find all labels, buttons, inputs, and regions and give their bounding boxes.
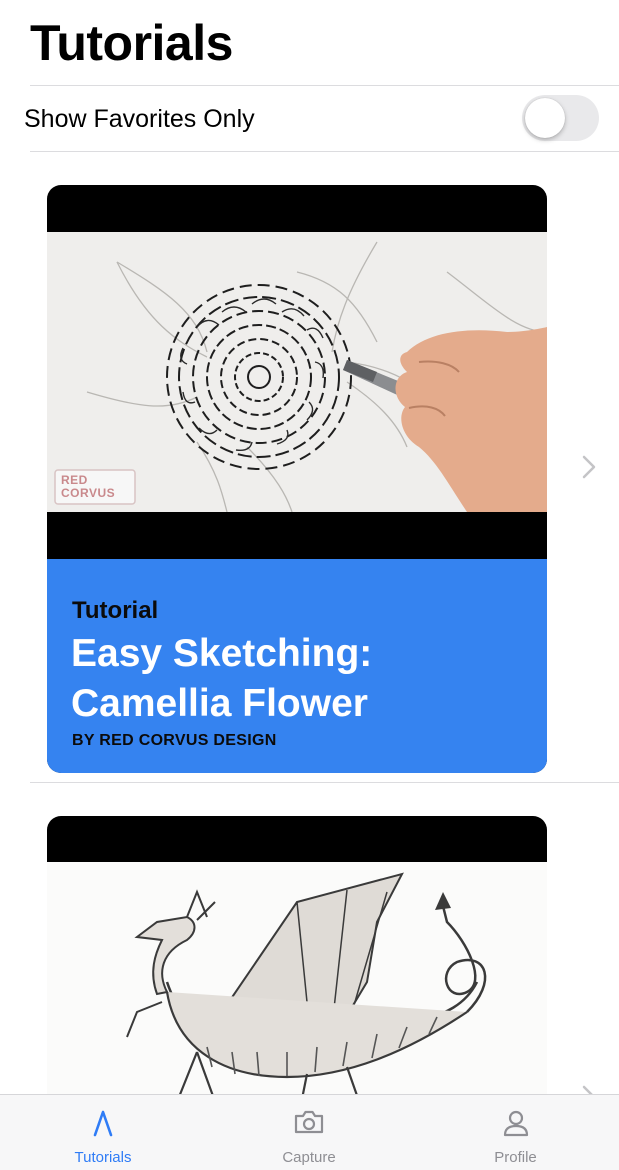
tutorial-card[interactable]: RED CORVUS Tutorial Easy Sketching: Came… — [47, 185, 547, 773]
tab-label: Profile — [494, 1149, 537, 1166]
tab-capture[interactable]: Capture — [206, 1095, 412, 1170]
favorites-label: Show Favorites Only — [24, 105, 255, 133]
tutorial-thumbnail: RED CORVUS — [47, 232, 547, 512]
tab-tutorials[interactable]: Tutorials — [0, 1095, 206, 1170]
flower-sketch-image — [47, 232, 547, 512]
tutorial-card[interactable] — [47, 816, 547, 1136]
row-divider — [30, 782, 619, 783]
favorites-toggle[interactable] — [522, 95, 599, 141]
tutorial-byline: BY RED CORVUS DESIGN — [72, 732, 277, 749]
tab-bar: Tutorials Capture Profile — [0, 1094, 619, 1170]
camera-icon — [294, 1110, 324, 1134]
toggle-knob — [525, 98, 565, 138]
person-icon — [503, 1110, 528, 1137]
tutorials-a-icon — [93, 1110, 113, 1137]
tab-label: Tutorials — [74, 1149, 132, 1166]
tutorial-title: Easy Sketching: Camellia Flower — [71, 632, 373, 725]
watermark-logo: RED CORVUS — [61, 473, 116, 500]
tutorials-screen: Tutorials Show Favorites Only RED CORVUS… — [0, 0, 619, 1170]
favorites-divider — [30, 151, 619, 152]
tab-label: Capture — [282, 1149, 336, 1166]
chevron-right-icon[interactable] — [582, 455, 596, 479]
tutorial-info-panel: Tutorial Easy Sketching: Camellia Flower… — [47, 559, 547, 773]
tab-profile[interactable]: Profile — [412, 1095, 619, 1170]
page-title: Tutorials — [30, 15, 233, 71]
tutorial-kicker: Tutorial — [72, 597, 159, 624]
